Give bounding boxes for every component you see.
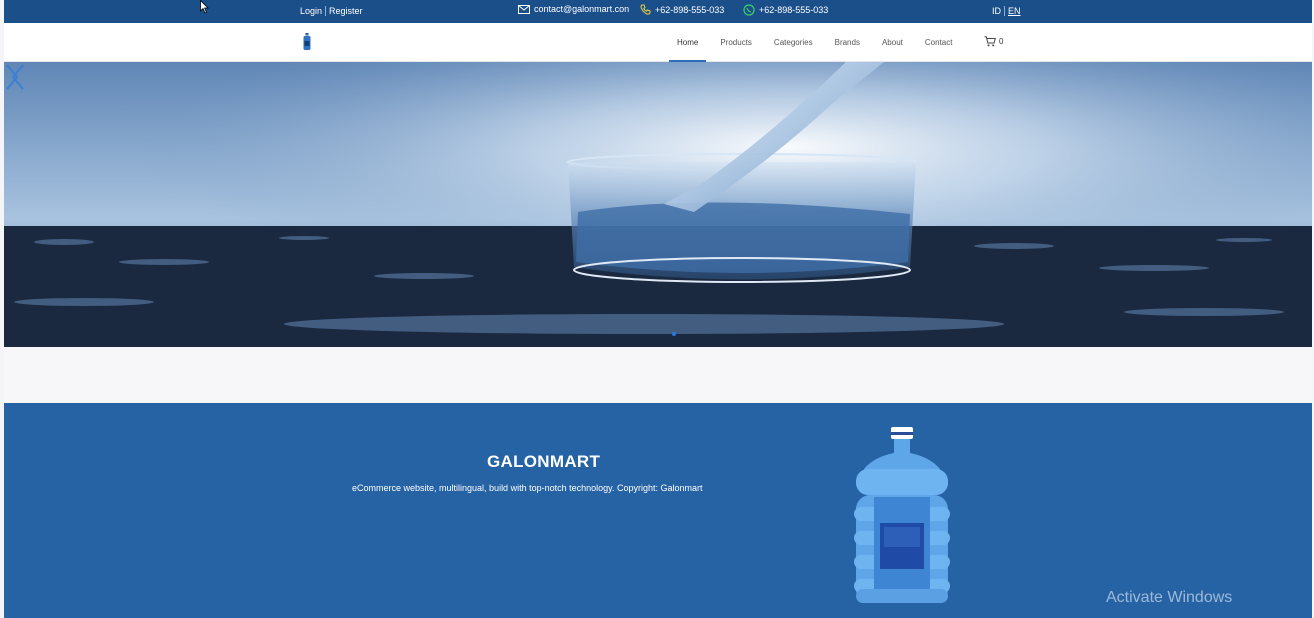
cart-button[interactable]: 0	[984, 36, 1003, 47]
os-activation-watermark: Activate Windows	[1106, 589, 1233, 606]
nav-categories[interactable]: Categories	[763, 23, 824, 62]
language-switcher: ID EN	[992, 6, 1021, 16]
contact-email[interactable]: contact@galonmart.con	[518, 4, 629, 14]
water-bottle-logo-icon[interactable]	[302, 33, 312, 51]
envelope-icon	[518, 4, 530, 14]
register-link[interactable]: Register	[329, 6, 363, 16]
hero-image	[4, 62, 1312, 347]
nav-contact[interactable]: Contact	[914, 23, 964, 62]
contact-phone[interactable]: +62-898-555-033	[640, 4, 724, 15]
auth-links: Login Register	[300, 6, 363, 16]
nav-home[interactable]: Home	[666, 23, 709, 62]
shopping-cart-icon	[984, 36, 996, 47]
main-header: Home Products Categories Brands About Co…	[4, 23, 1312, 62]
mouse-cursor-icon	[200, 0, 209, 14]
brand-description: eCommerce website, multilingual, build w…	[352, 483, 703, 493]
chevron-right-icon[interactable]	[4, 62, 20, 92]
cart-count: 0	[999, 37, 1004, 46]
contact-whatsapp[interactable]: +62-898-555-033	[743, 4, 828, 16]
divider	[1004, 6, 1005, 16]
nav-about[interactable]: About	[871, 23, 914, 62]
phone-text: +62-898-555-033	[655, 4, 725, 15]
nav-brands[interactable]: Brands	[824, 23, 871, 62]
whatsapp-text: +62-898-555-033	[759, 5, 829, 15]
whatsapp-icon	[743, 4, 755, 16]
phone-icon	[640, 4, 651, 15]
lang-id[interactable]: ID	[992, 6, 1001, 16]
login-link[interactable]: Login	[300, 6, 322, 16]
about-section: GALONMART eCommerce website, multilingua…	[4, 403, 1312, 618]
brand-title: GALONMART	[487, 452, 601, 471]
email-text: contact@galonmart.con	[534, 4, 630, 14]
water-gallon-illustration	[854, 427, 950, 603]
lang-en[interactable]: EN	[1008, 6, 1021, 16]
section-spacer	[4, 347, 1312, 403]
browser-viewport: Login Register contact@galonmart.con +62…	[4, 0, 1312, 618]
nav-products[interactable]: Products	[709, 23, 763, 62]
divider	[325, 6, 327, 16]
main-nav: Home Products Categories Brands About Co…	[666, 23, 963, 62]
slider-indicator-dot[interactable]	[672, 332, 676, 336]
hero-slider	[4, 62, 1312, 347]
